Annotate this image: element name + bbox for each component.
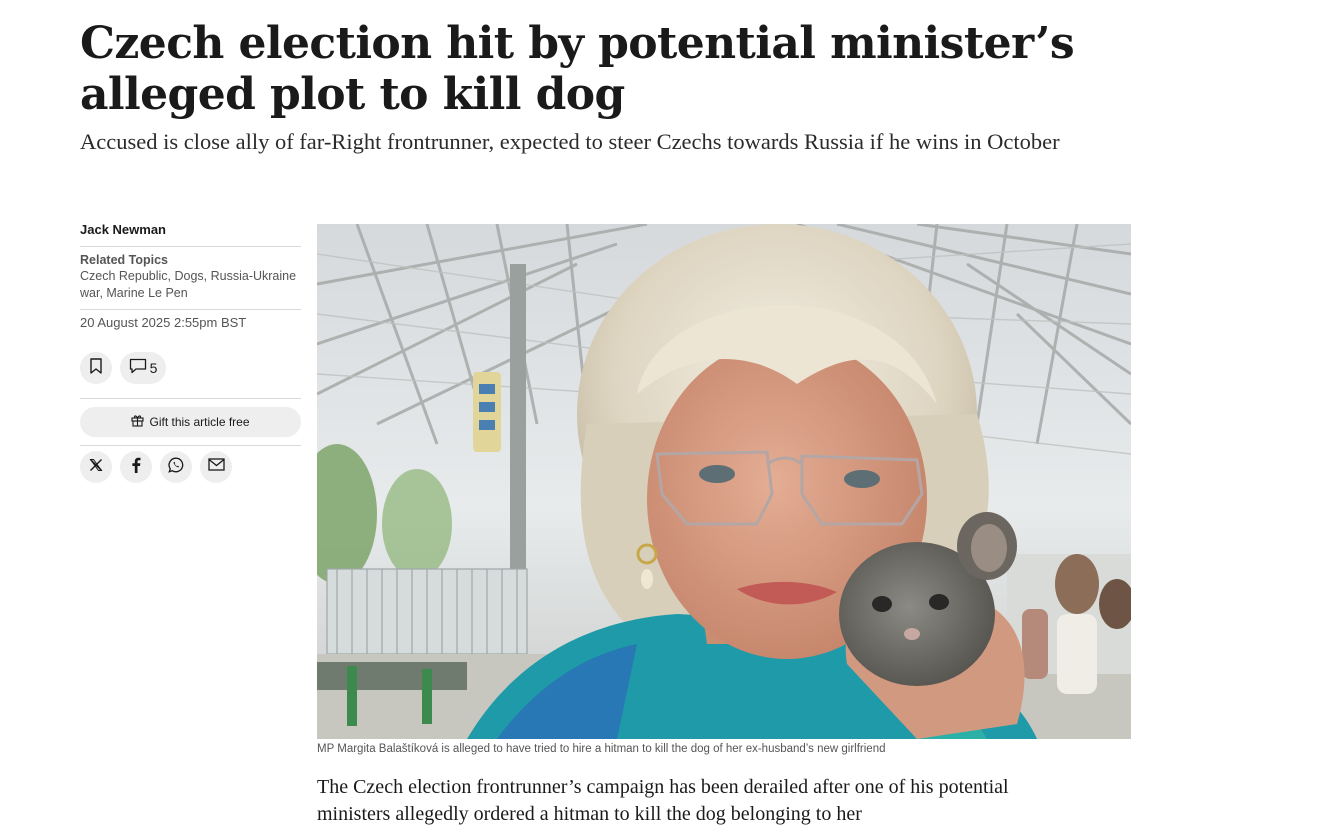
- gift-icon: [131, 414, 145, 430]
- related-topics-title: Related Topics: [80, 253, 168, 267]
- facebook-icon: [131, 457, 141, 478]
- related-topics: Related Topics Czech Republic, Dogs, Rus…: [80, 247, 301, 309]
- article-meta-sidebar: Jack Newman Related Topics Czech Republi…: [80, 222, 301, 483]
- hero-photo: [317, 224, 1131, 739]
- comment-icon: [129, 358, 147, 379]
- comments-button[interactable]: 5: [120, 352, 166, 384]
- article-body-paragraph: The Czech election frontrunner’s campaig…: [317, 776, 1009, 825]
- share-whatsapp-button[interactable]: [160, 451, 192, 483]
- article-standfirst: Accused is close ally of far-Right front…: [80, 129, 1060, 154]
- comment-count: 5: [149, 360, 158, 376]
- related-topics-links[interactable]: Czech Republic, Dogs, Russia-Ukraine war…: [80, 268, 301, 302]
- gift-label: Gift this article free: [149, 415, 250, 429]
- bookmark-button[interactable]: [80, 352, 112, 384]
- share-x-button[interactable]: [80, 451, 112, 483]
- gift-article-button[interactable]: Gift this article free: [80, 407, 301, 437]
- email-icon: [207, 458, 225, 476]
- article-actions: 5: [80, 344, 301, 398]
- bookmark-icon: [89, 357, 103, 379]
- article-hero-image: [317, 224, 1131, 739]
- share-email-button[interactable]: [200, 451, 232, 483]
- share-buttons: [80, 446, 301, 483]
- author-byline[interactable]: Jack Newman: [80, 222, 301, 246]
- x-icon: [89, 458, 103, 477]
- article-headline: Czech election hit by potential minister…: [80, 18, 1075, 120]
- image-caption: MP Margita Balaštíková is alleged to hav…: [317, 743, 886, 755]
- whatsapp-icon: [168, 457, 184, 478]
- share-facebook-button[interactable]: [120, 451, 152, 483]
- publish-timestamp: 20 August 2025 2:55pm BST: [80, 315, 247, 330]
